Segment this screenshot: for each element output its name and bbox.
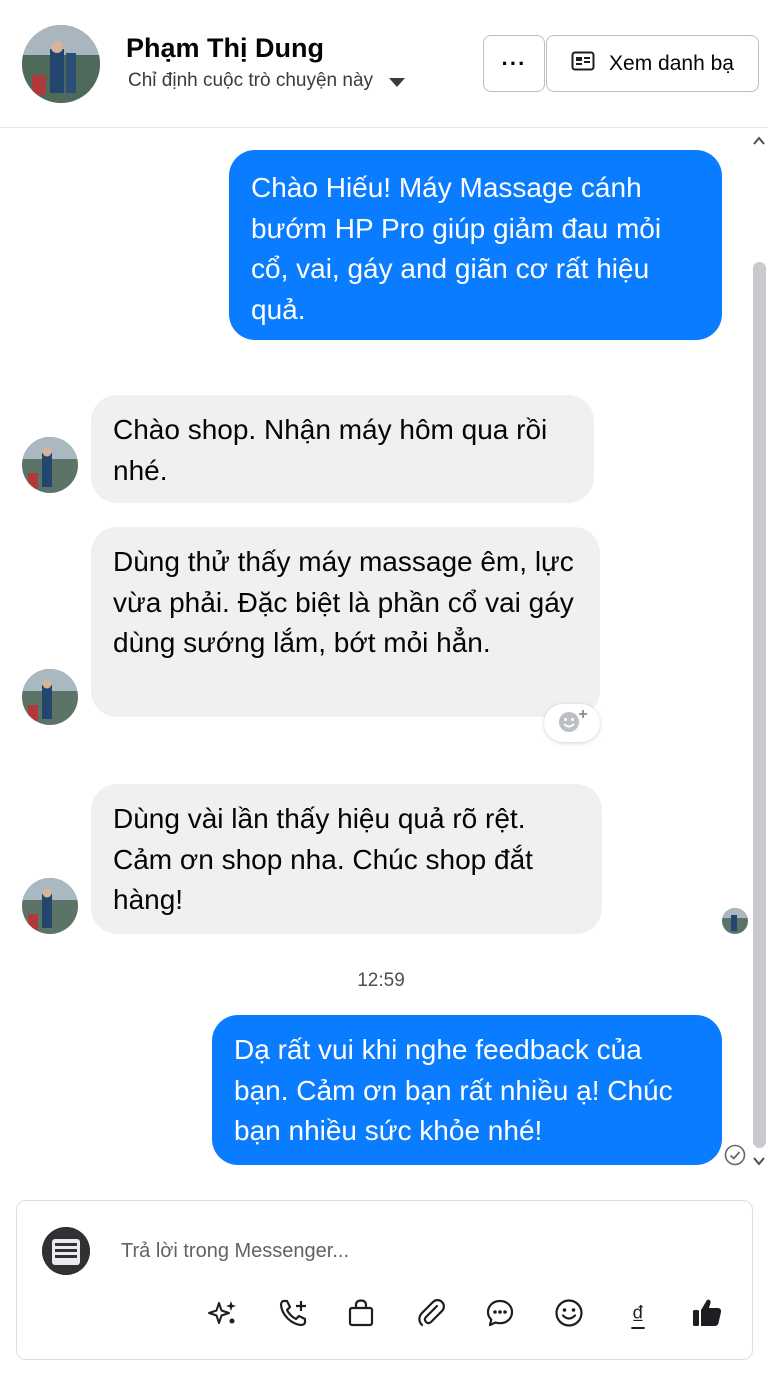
- conversation-header: Phạm Thị Dung Chỉ định cuộc trò chuyện n…: [0, 0, 768, 128]
- view-contact-label: Xem danh bạ: [609, 51, 734, 75]
- sender-avatar[interactable]: [22, 669, 78, 725]
- reply-composer: ₫: [16, 1200, 753, 1360]
- message-text: Dạ rất vui khi nghe feedback của bạn. Cả…: [234, 1034, 673, 1146]
- emoji-react-icon: [552, 707, 592, 740]
- message-incoming[interactable]: Dùng thử thấy máy massage êm, lực vừa ph…: [91, 527, 600, 717]
- more-icon: ···: [501, 50, 527, 76]
- caret-down-icon: [389, 77, 406, 87]
- ai-assist-button[interactable]: [205, 1297, 241, 1333]
- sender-avatar[interactable]: [22, 437, 78, 493]
- message-outgoing[interactable]: Chào Hiếu! Máy Massage cánh bướm HP Pro …: [229, 150, 722, 340]
- view-contact-button[interactable]: Xem danh bạ: [546, 35, 759, 92]
- message-incoming[interactable]: Chào shop. Nhận máy hôm qua rồi nhé.: [91, 395, 594, 503]
- attachment-icon: [415, 1297, 447, 1334]
- message-text: Chào Hiếu! Máy Massage cánh bướm HP Pro …: [251, 172, 662, 325]
- message-outgoing[interactable]: Dạ rất vui khi nghe feedback của bạn. Cả…: [212, 1015, 722, 1165]
- attach-file-button[interactable]: [413, 1297, 449, 1333]
- scrollbar-thumb[interactable]: [753, 262, 766, 1148]
- emoji-button[interactable]: [551, 1297, 587, 1333]
- payment-request-button[interactable]: ₫: [620, 1297, 656, 1333]
- shop-button[interactable]: [343, 1297, 379, 1333]
- sparkle-icon: [207, 1297, 239, 1334]
- message-text: Chào shop. Nhận máy hôm qua rồi nhé.: [113, 414, 548, 486]
- saved-replies-button[interactable]: [482, 1297, 518, 1333]
- scroll-down-arrow[interactable]: [752, 1153, 766, 1169]
- message-incoming[interactable]: Dùng vài lần thấy hiệu quả rõ rệt. Cảm ơ…: [91, 784, 602, 934]
- sender-avatar[interactable]: [22, 878, 78, 934]
- shopping-bag-icon: [345, 1297, 377, 1334]
- message-text: Dùng thử thấy máy massage êm, lực vừa ph…: [113, 546, 574, 658]
- page-avatar: [42, 1227, 90, 1275]
- read-check-icon: [723, 1143, 747, 1167]
- contact-card-icon: [571, 51, 595, 77]
- emoji-icon: [553, 1297, 585, 1334]
- message-text: Dùng vài lần thấy hiệu quả rõ rệt. Cảm ơ…: [113, 803, 533, 915]
- assign-conversation-dropdown[interactable]: Chỉ định cuộc trò chuyện này: [128, 70, 406, 92]
- contact-avatar[interactable]: [22, 25, 100, 103]
- send-like-button[interactable]: [689, 1297, 725, 1333]
- seen-indicator-avatar: [722, 908, 748, 934]
- call-button[interactable]: [275, 1297, 311, 1333]
- chat-bubble-icon: [484, 1297, 516, 1334]
- scroll-up-arrow[interactable]: [752, 133, 766, 149]
- currency-icon: ₫: [631, 1300, 645, 1330]
- more-options-button[interactable]: ···: [483, 35, 545, 92]
- assign-conversation-label: Chỉ định cuộc trò chuyện này: [128, 70, 374, 91]
- reply-input[interactable]: [121, 1235, 721, 1267]
- call-add-icon: [277, 1297, 309, 1334]
- contact-name: Phạm Thị Dung: [126, 33, 324, 63]
- add-reaction-button[interactable]: [544, 704, 600, 742]
- message-timestamp: 12:59: [357, 970, 405, 991]
- thumbs-up-icon: [690, 1296, 724, 1335]
